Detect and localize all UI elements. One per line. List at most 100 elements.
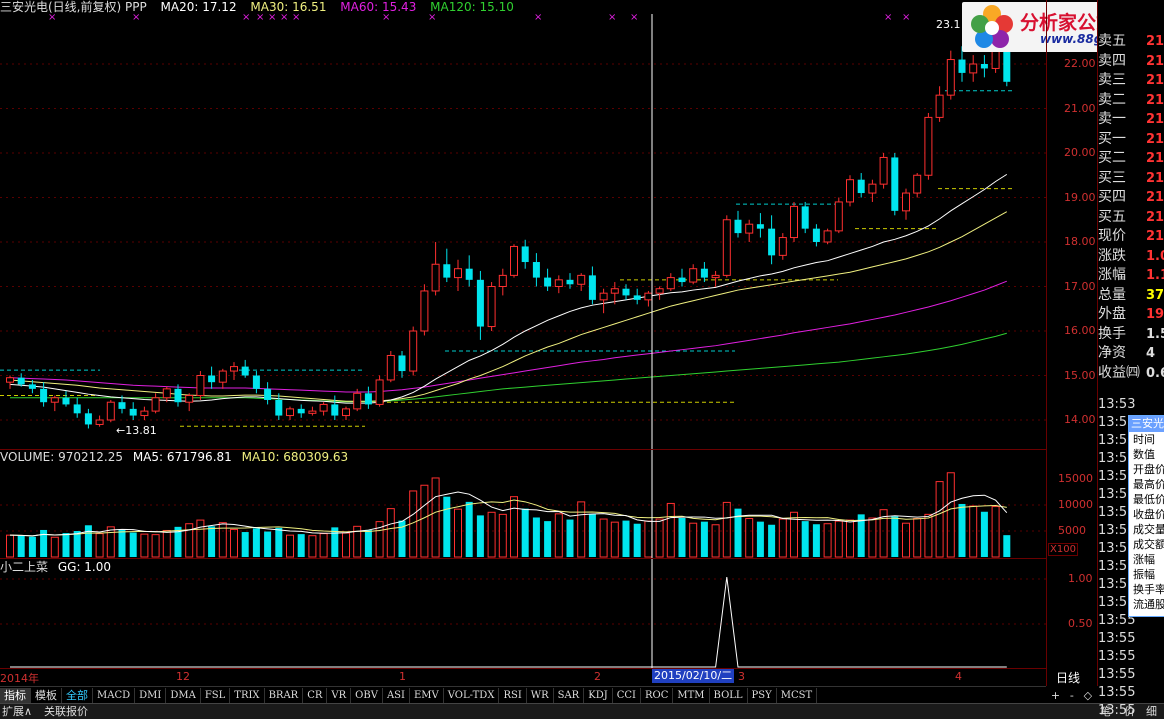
volume-bar-up [95,533,104,558]
tab-cci[interactable]: CCI [613,688,641,703]
popup-row: 最低价 [1133,493,1164,506]
tab-rsi[interactable]: RSI [499,688,527,703]
volume-bar-up [666,502,675,558]
volume-bar-up [50,536,59,558]
quote-label: 买五 [1098,208,1126,225]
quote-row: 买二 21 [1098,149,1164,168]
period-label[interactable]: 日线 [1056,669,1080,686]
candle-body-up [577,274,586,285]
quote-value: 21 [1146,170,1164,186]
volume-bar-up [386,508,395,558]
diamond-icon[interactable]: ◇ [1084,689,1092,702]
candle-body-up [711,274,720,279]
candle-body-up [644,292,653,301]
date-label-3: 3 [738,670,745,683]
volume-bar-down [633,523,641,557]
tick-time: 13:55 [1098,685,1136,700]
tick-time: 13:55 [1098,631,1136,646]
chart-title: 三安光电(日线,前复权) PPP [0,0,147,14]
candle-body-up [689,268,698,283]
volume-bar-up [420,484,429,558]
volume-bar-down [801,521,809,557]
quote-row: 涨跌 1.0 [1098,247,1164,266]
tab--[interactable]: 全部 [62,688,93,703]
candle-body-down [465,268,473,280]
tab-dma[interactable]: DMA [166,688,201,703]
candle-body-up [902,192,910,212]
tab--[interactable]: 指标 [0,688,31,703]
tab-obv[interactable]: OBV [351,688,383,703]
candle-body-down [476,279,484,327]
tab-vr[interactable]: VR [327,688,352,703]
ma120-label: MA120: 15.10 [430,0,514,14]
candle-body-up [745,223,754,234]
zoom-out-button[interactable]: - [1070,689,1074,702]
tab-cr[interactable]: CR [303,688,328,703]
quote-value: 21 [1146,151,1164,166]
popup-row: 最高价 [1133,478,1164,491]
quote-label: 净资 [1098,345,1126,361]
quote-value: 1910 [1146,307,1164,322]
tab-psy[interactable]: PSY [748,688,777,703]
volume-bar-up [655,518,664,558]
quote-row: 卖二 21 [1098,91,1164,110]
quote-label: 总量 [1098,286,1126,303]
tab-boll[interactable]: BOLL [710,688,748,703]
quote-value: 1.1 [1146,268,1164,283]
candle-body-down [678,277,686,283]
ma20-line [9,173,1008,404]
volume-bar-down [622,520,630,557]
tab-fsl[interactable]: FSL [201,688,231,703]
tab-detail[interactable]: 细 [1146,704,1157,719]
candle-body-up [722,219,731,276]
expand-button[interactable]: 扩展∧ [2,704,32,719]
tab-roc[interactable]: ROC [641,688,674,703]
candle-body-down [84,413,92,425]
quote-row: 买四 21 [1098,188,1164,207]
tab-macd[interactable]: MACD [93,688,136,703]
tab-mtm[interactable]: MTM [673,688,710,703]
volume-bar-up [319,533,328,558]
tab-wr[interactable]: WR [527,688,554,703]
volume-bar-down [241,532,249,557]
volume-bar-up [778,518,787,558]
volume-bar-down [700,521,708,557]
chart-canvas[interactable]: × × × × × × × × × × × × × × [0,0,1046,686]
volume-bar-down [768,524,776,557]
tab-kdj[interactable]: KDJ [584,688,613,703]
quote-value: 21 [1146,92,1164,108]
candle-body-up [924,116,933,176]
tab-sar[interactable]: SAR [554,688,585,703]
tab-mcst[interactable]: MCST [777,688,818,703]
candle-body-down [801,206,809,229]
candle-body-down [331,404,339,416]
tab-brar[interactable]: BRAR [265,688,304,703]
candle-body-down [28,384,36,389]
tab-asi[interactable]: ASI [383,688,410,703]
volume-bar-up [823,523,832,558]
related-quote-button[interactable]: 关联报价 [44,704,88,719]
zoom-in-button[interactable]: + [1051,689,1060,702]
quote-row: 现价 21 [1098,227,1164,246]
candle-body-down [532,262,540,278]
candle-body-up [375,379,384,405]
candle-body-down [118,402,126,409]
tab-emv[interactable]: EMV [410,688,444,703]
popup-row: 收盘价 [1133,508,1164,521]
candle-body-down [958,59,966,73]
candle-body-up [666,277,675,290]
candle-body-up [6,377,14,383]
volume-unit: X100 [1048,543,1078,556]
tab-vol-tdx[interactable]: VOL-TDX [444,688,500,703]
quote-label: 收益㈣ [1098,364,1140,381]
volume-bar-up [599,518,608,558]
volume-bar-up [431,477,440,558]
volume-bar-down [812,524,820,557]
indicator-axis-0-5: 0.50 [1068,617,1093,630]
tab-trix[interactable]: TRIX [230,688,265,703]
volume-bar-down [17,535,25,557]
indicator-name: 小二上菜 [0,560,49,574]
candle-body-down [521,246,529,263]
tab-dmi[interactable]: DMI [135,688,167,703]
tab--[interactable]: 模板 [31,688,62,703]
